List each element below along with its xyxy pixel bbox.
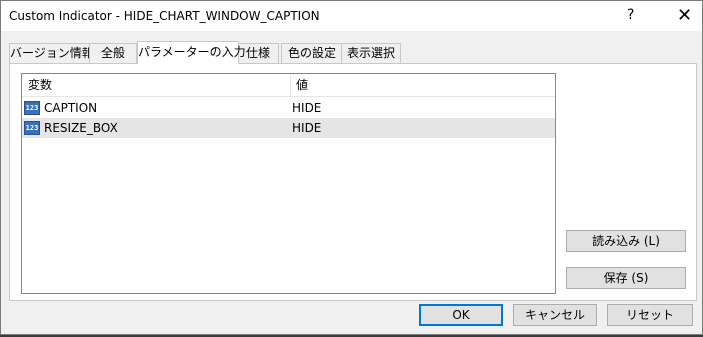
tab-input-parameters[interactable]: パラメーターの入力 — [137, 41, 246, 64]
row-variable-name: CAPTION — [44, 101, 98, 115]
cancel-button[interactable]: キャンセル — [513, 304, 597, 326]
save-button[interactable]: 保存 (S) — [566, 267, 686, 289]
column-header-value[interactable]: 値 — [290, 74, 546, 96]
reset-button[interactable]: リセット — [607, 304, 693, 326]
tab-display-selection[interactable]: 表示選択 — [341, 43, 401, 63]
tab-version-info[interactable]: バージョン情報 — [9, 43, 94, 63]
row-value[interactable]: HIDE — [292, 98, 321, 118]
help-button[interactable]: ? — [627, 7, 634, 23]
tab-color-settings[interactable]: 色の設定 — [281, 43, 343, 63]
dialog-window: Custom Indicator - HIDE_CHART_WINDOW_CAP… — [0, 0, 703, 335]
parameters-list[interactable]: 変数 値 123 CAPTION HIDE 123 RESIZE_BOX HID… — [21, 73, 556, 294]
row-variable-name: RESIZE_BOX — [44, 121, 118, 135]
tab-panel: 変数 値 123 CAPTION HIDE 123 RESIZE_BOX HID… — [9, 63, 697, 301]
table-row[interactable]: 123 RESIZE_BOX HIDE — [22, 118, 555, 138]
numeric-123-icon: 123 — [24, 121, 40, 135]
numeric-123-icon: 123 — [24, 101, 40, 115]
tab-general[interactable]: 全般 — [89, 43, 137, 63]
column-header-variable[interactable]: 変数 — [22, 74, 291, 96]
row-value[interactable]: HIDE — [292, 118, 321, 138]
title-bar[interactable]: Custom Indicator - HIDE_CHART_WINDOW_CAP… — [1, 1, 702, 31]
load-button[interactable]: 読み込み (L) — [566, 230, 686, 252]
close-button[interactable]: ✕ — [667, 1, 702, 31]
list-header: 変数 値 — [22, 74, 555, 97]
table-row[interactable]: 123 CAPTION HIDE — [22, 98, 555, 118]
window-title: Custom Indicator - HIDE_CHART_WINDOW_CAP… — [9, 9, 320, 23]
ok-button[interactable]: OK — [419, 304, 503, 326]
